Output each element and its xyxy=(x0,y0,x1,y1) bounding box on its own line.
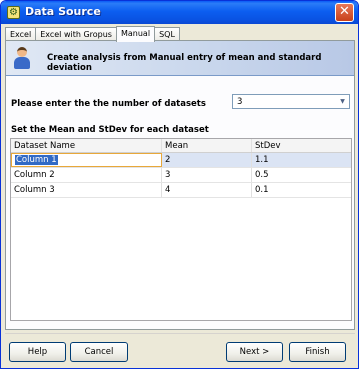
info-banner: Create analysis from Manual entry of mea… xyxy=(6,41,354,76)
finish-button[interactable]: Finish xyxy=(289,342,346,362)
dataset-name-cell[interactable]: Column 1 xyxy=(11,153,162,167)
footer-divider xyxy=(5,333,355,334)
tab-strip: Excel Excel with Gropus Manual SQL xyxy=(5,26,180,42)
dataset-name-cell[interactable]: Column 3 xyxy=(11,183,162,197)
app-icon: ⚙ xyxy=(7,6,20,19)
grid-header: Dataset Name Mean StDev xyxy=(11,139,351,153)
stdev-cell[interactable]: 0.1 xyxy=(252,183,351,197)
stdev-cell[interactable]: 0.5 xyxy=(252,168,351,182)
column-header-mean[interactable]: Mean xyxy=(162,139,252,152)
grid-section-label: Set the Mean and StDev for each dataset xyxy=(11,125,209,135)
datasets-count-label: Please enter the the number of datasets xyxy=(11,99,206,109)
datasets-grid: Dataset Name Mean StDev Column 1 2 1.1 C… xyxy=(10,138,352,321)
mean-cell[interactable]: 4 xyxy=(162,183,252,197)
manual-tab-page: Create analysis from Manual entry of mea… xyxy=(5,40,355,330)
user-icon xyxy=(14,47,30,69)
close-button[interactable]: ✕ xyxy=(335,3,354,22)
chevron-down-icon[interactable]: ▼ xyxy=(337,96,348,107)
column-header-stdev[interactable]: StDev xyxy=(252,139,351,152)
tab-manual[interactable]: Manual xyxy=(115,26,156,42)
next-button[interactable]: Next > xyxy=(226,342,283,362)
column-header-dataset-name[interactable]: Dataset Name xyxy=(11,139,162,152)
mean-cell[interactable]: 2 xyxy=(162,153,252,167)
mean-cell[interactable]: 3 xyxy=(162,168,252,182)
title-bar: ⚙ Data Source ✕ xyxy=(1,1,358,24)
datasets-count-select[interactable]: 3 ▼ xyxy=(232,94,350,109)
tab-excel[interactable]: Excel xyxy=(5,27,37,41)
window-title: Data Source xyxy=(25,5,101,18)
dataset-name-cell[interactable]: Column 2 xyxy=(11,168,162,182)
banner-text: Create analysis from Manual entry of mea… xyxy=(47,53,322,73)
cancel-button[interactable]: Cancel xyxy=(70,342,128,362)
stdev-cell[interactable]: 1.1 xyxy=(252,153,351,167)
table-row[interactable]: Column 3 4 0.1 xyxy=(11,183,351,198)
table-row[interactable]: Column 1 2 1.1 xyxy=(11,153,351,168)
datasets-count-value: 3 xyxy=(237,97,243,107)
tab-excel-with-groups[interactable]: Excel with Gropus xyxy=(35,27,117,41)
tab-sql[interactable]: SQL xyxy=(154,27,180,41)
help-button[interactable]: Help xyxy=(9,342,66,362)
table-row[interactable]: Column 2 3 0.5 xyxy=(11,168,351,183)
data-source-window: ⚙ Data Source ✕ Excel Excel with Gropus … xyxy=(0,0,359,369)
